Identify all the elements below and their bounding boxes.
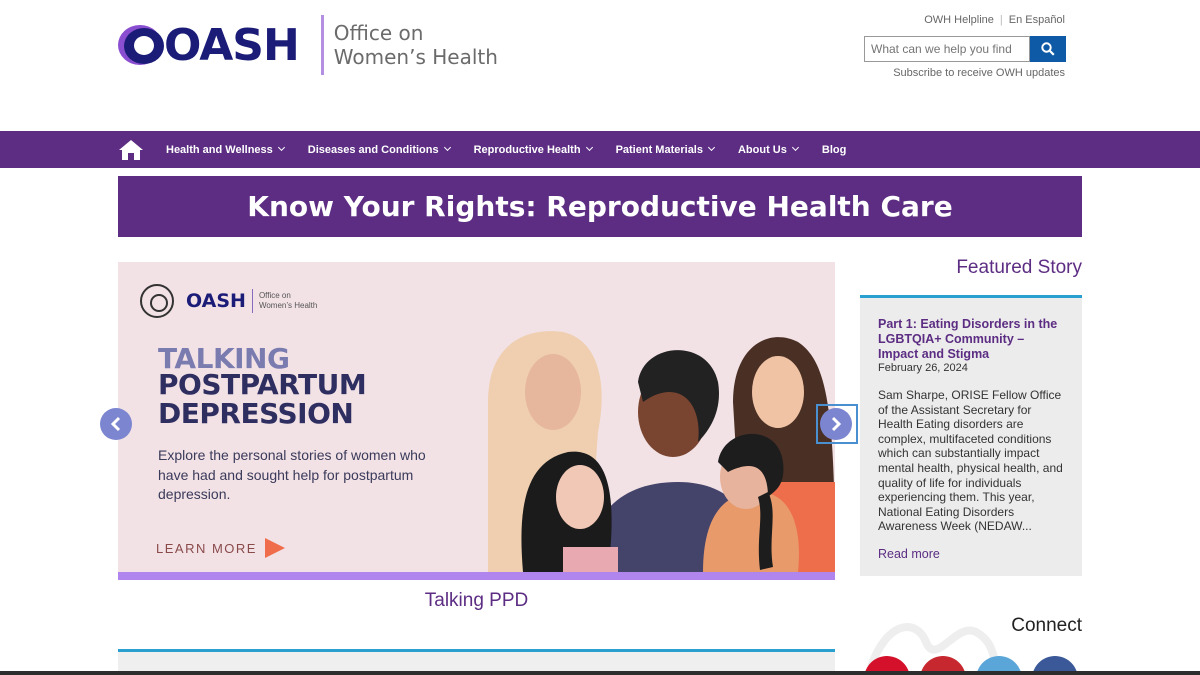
chevron-down-icon — [443, 143, 451, 152]
connect-heading: Connect — [1011, 615, 1082, 636]
slide-body: Explore the personal stories of women wh… — [158, 447, 426, 502]
slide-title-line2: POSTPARTUM DEPRESSION — [158, 368, 367, 430]
slide-logo: OASH Office on Women’s Health — [140, 284, 317, 318]
site-header: OASH Office on Women’s Health OWH Helpli… — [0, 0, 1200, 131]
nav-item-diseases-conditions[interactable]: Diseases and Conditions — [308, 143, 451, 156]
nav-item-blog[interactable]: Blog — [822, 144, 846, 156]
women-illustration — [488, 331, 835, 572]
featured-story-excerpt: Sam Sharpe, ORISE Fellow Office of the A… — [878, 388, 1063, 534]
arrow-left-icon — [110, 416, 121, 432]
play-arrow-icon — [264, 538, 285, 558]
read-more-link[interactable]: Read more — [878, 547, 1064, 561]
logo-subtitle: Office on Women’s Health — [333, 21, 498, 69]
chevron-down-icon — [791, 143, 799, 152]
search-input[interactable] — [864, 36, 1030, 62]
rights-banner[interactable]: Know Your Rights: Reproductive Health Ca… — [118, 176, 1082, 237]
learn-more-link[interactable]: LEARN MORE — [156, 538, 285, 558]
nav-item-patient-materials[interactable]: Patient Materials — [616, 143, 716, 156]
featured-story-card: Part 1: Eating Disorders in the LGBTQIA+… — [860, 295, 1082, 576]
nav-item-reproductive-health[interactable]: Reproductive Health — [474, 143, 593, 156]
search-form — [864, 36, 1066, 62]
carousel-next-button[interactable] — [820, 408, 852, 440]
oash-logo[interactable]: OASH Office on Women’s Health — [118, 14, 498, 76]
nav-item-health-wellness[interactable]: Health and Wellness — [166, 143, 285, 156]
chevron-down-icon — [277, 143, 285, 152]
hhs-seal-icon — [140, 284, 174, 318]
arrow-right-icon — [831, 416, 842, 432]
slide-progress-bar — [118, 572, 835, 580]
featured-story-heading: Featured Story — [956, 257, 1082, 278]
home-icon[interactable] — [118, 139, 144, 161]
chevron-down-icon — [585, 143, 593, 152]
utility-links: OWH Helpline | En Español — [924, 14, 1065, 26]
carousel-caption[interactable]: Talking PPD — [118, 590, 835, 612]
espanol-link[interactable]: En Español — [1009, 14, 1065, 26]
window-bottom-edge — [0, 671, 1200, 675]
search-button[interactable] — [1030, 36, 1066, 62]
subscribe-link[interactable]: Subscribe to receive OWH updates — [893, 67, 1065, 79]
featured-story-date: February 26, 2024 — [878, 362, 968, 374]
carousel-prev-button[interactable] — [100, 408, 132, 440]
logo-text: OASH — [164, 19, 300, 71]
oash-logo-mark — [118, 23, 166, 67]
logo-divider — [320, 15, 324, 75]
helpline-link[interactable]: OWH Helpline — [924, 14, 994, 26]
featured-story-title[interactable]: Part 1: Eating Disorders in the LGBTQIA+… — [878, 317, 1064, 362]
carousel-slide[interactable]: OASH Office on Women’s Health TALKING PO… — [118, 262, 835, 572]
nav-item-about-us[interactable]: About Us — [738, 143, 799, 156]
main-nav: Health and Wellness Diseases and Conditi… — [0, 131, 1200, 168]
chevron-down-icon — [707, 143, 716, 152]
search-icon — [1041, 42, 1055, 56]
